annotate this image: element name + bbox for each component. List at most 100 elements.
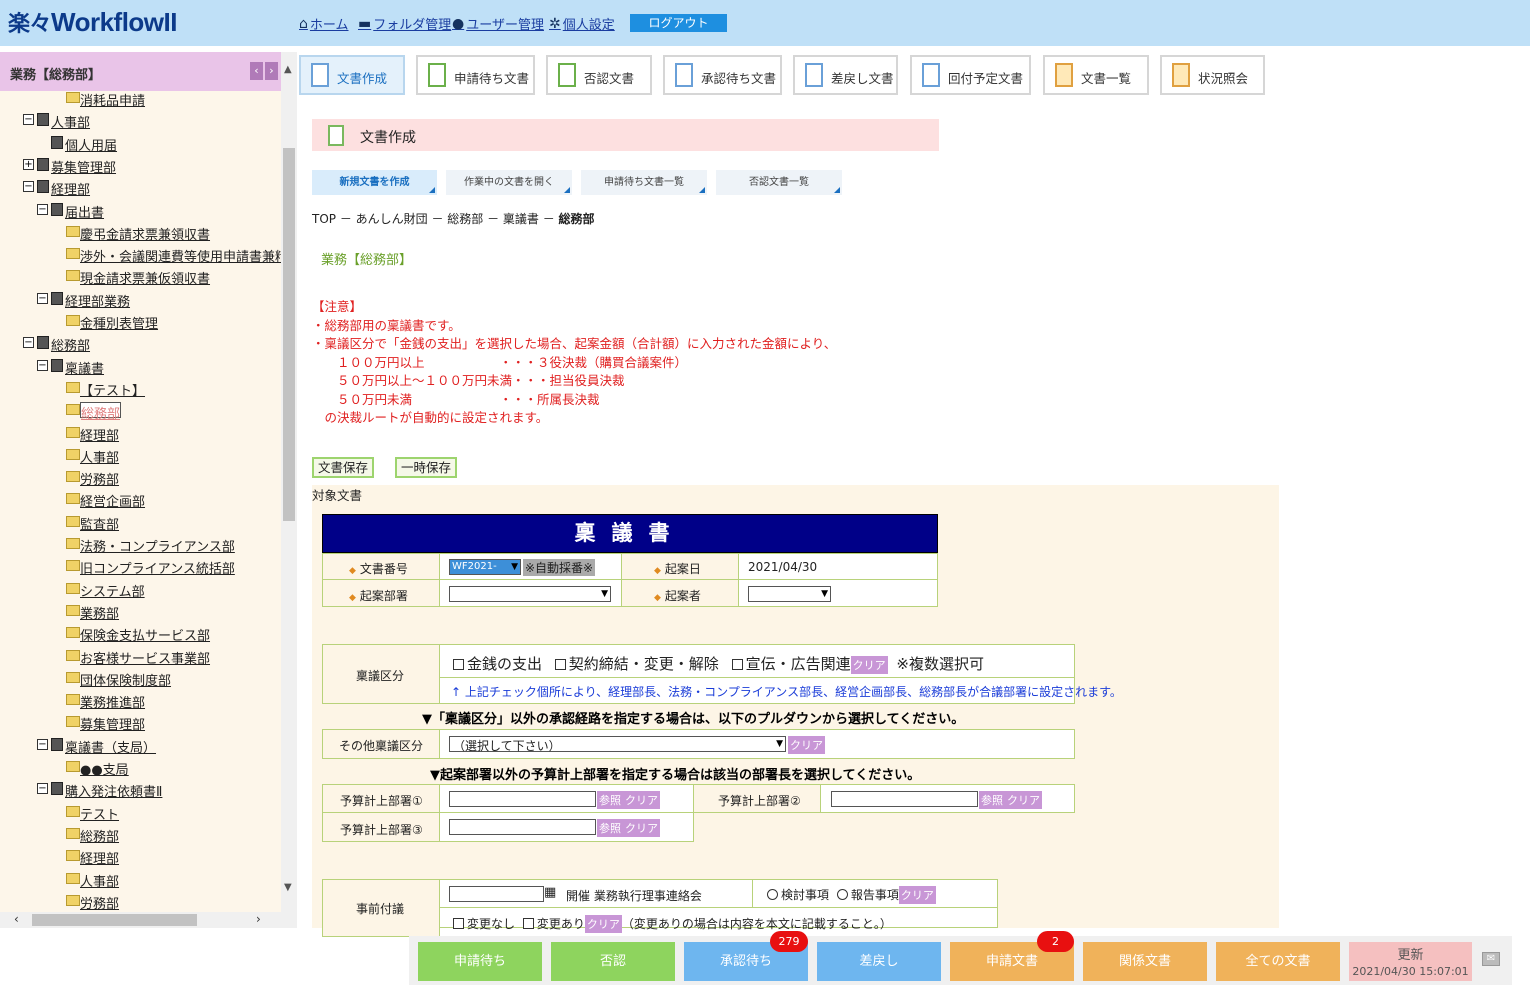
clear-button[interactable]: クリア — [850, 656, 888, 674]
tab-open-working[interactable]: 作業中の文書を開く — [446, 170, 572, 195]
nav-personal[interactable]: ✲ 個人設定 — [549, 14, 615, 34]
sidebar-tree-item[interactable]: − 届出書 — [0, 200, 281, 222]
sidebar-tree-item[interactable]: 募集管理部 — [0, 712, 281, 734]
sidebar-horizontal-scrollbar[interactable]: ‹ › — [0, 912, 297, 928]
collapse-icon[interactable]: − — [23, 181, 34, 193]
changed-checkbox[interactable] — [522, 918, 534, 929]
sidebar-tree-item[interactable]: ●●支局 — [0, 757, 281, 779]
collapse-icon[interactable]: − — [23, 337, 34, 349]
sidebar-tree-item[interactable]: − 稟議書（支局） — [0, 735, 281, 757]
scroll-thumb-horizontal[interactable] — [32, 914, 197, 926]
expand-icon[interactable]: + — [23, 158, 34, 170]
clear-button[interactable]: クリア — [1005, 791, 1042, 809]
clear-button[interactable]: クリア — [623, 819, 660, 837]
scroll-thumb[interactable] — [283, 148, 295, 521]
tool-document-list[interactable]: 文書一覧 — [1043, 55, 1149, 95]
chevron-right-icon[interactable]: › — [265, 62, 278, 80]
review-radio[interactable] — [767, 889, 778, 900]
budget2-input[interactable] — [831, 791, 978, 807]
sidebar-tree-item[interactable]: 人事部 — [0, 869, 281, 891]
other-category-select[interactable]: （選択して下さい） ▼ — [449, 736, 786, 753]
cat-contract-checkbox[interactable] — [554, 659, 566, 670]
sidebar-tree-item[interactable]: − 人事部 — [0, 110, 281, 132]
scroll-up-icon[interactable]: ▲ — [284, 64, 292, 75]
report-radio[interactable] — [836, 889, 848, 900]
bottom-all-button[interactable]: 全ての文書 — [1216, 942, 1340, 981]
sidebar-tree-item[interactable]: 業務推進部 — [0, 690, 281, 712]
tab-pending-list[interactable]: 申請待ち文書一覧 — [581, 170, 707, 195]
sidebar-tree-item[interactable]: − 購入発注依頼書Ⅱ — [0, 779, 281, 801]
sidebar-tree-item[interactable]: お客様サービス事業部 — [0, 646, 281, 668]
scroll-down-icon[interactable]: ▼ — [284, 882, 292, 893]
logout-button[interactable]: ログアウト — [630, 14, 727, 32]
sidebar-tree-item[interactable]: − 稟議書 — [0, 356, 281, 378]
sidebar-vertical-scrollbar[interactable]: ▲ ▼ — [281, 52, 297, 912]
sidebar-tree-item[interactable]: 消耗品申請 — [0, 88, 281, 110]
collapse-icon[interactable]: − — [37, 292, 48, 304]
sidebar-tree-item[interactable]: 【テスト】 — [0, 378, 281, 400]
sidebar-tree-item[interactable]: 現金請求票兼仮領収書 — [0, 266, 281, 288]
cat-money-checkbox[interactable] — [453, 659, 464, 670]
sidebar-tree-item[interactable]: 労務部 — [0, 891, 281, 913]
bottom-rejected-button[interactable]: 否認 — [551, 942, 675, 981]
sidebar-tree-item[interactable]: 渉外・会議関連費等使用申請書兼精 — [0, 244, 281, 266]
collapse-icon[interactable]: − — [37, 738, 48, 750]
nav-home[interactable]: ⌂ ホーム — [299, 14, 349, 34]
temp-save-button[interactable]: 一時保存 — [395, 457, 458, 478]
tab-new-document[interactable]: 新規文書を作成 — [312, 170, 437, 195]
sidebar-tree-item[interactable]: − 経理部 — [0, 177, 281, 199]
sidebar-tree-item[interactable]: テスト — [0, 802, 281, 824]
scroll-right-icon[interactable]: › — [256, 912, 261, 926]
collapse-icon[interactable]: − — [37, 783, 48, 795]
collapse-icon[interactable]: − — [37, 203, 48, 215]
sidebar-tree-item[interactable]: 個人用届 — [0, 133, 281, 155]
chevron-left-icon[interactable]: ‹ — [250, 62, 263, 80]
bottom-returned-button[interactable]: 差戻し — [817, 942, 941, 981]
sidebar-tree-item[interactable]: 総務部 — [0, 400, 281, 422]
cat-ad-checkbox[interactable] — [731, 659, 743, 670]
app-logo[interactable]: 楽々WorkflowII — [8, 6, 177, 38]
clear-button[interactable]: クリア — [623, 791, 660, 809]
budget1-input[interactable] — [449, 791, 596, 807]
mail-icon[interactable]: ✉ — [1482, 952, 1500, 966]
calendar-icon[interactable]: ▦ — [544, 885, 556, 900]
bottom-pending-button[interactable]: 申請待ち — [418, 942, 542, 981]
tool-scheduled-documents[interactable]: 回付予定文書 — [910, 55, 1031, 95]
clear-button[interactable]: クリア — [788, 736, 825, 754]
sidebar-tree-item[interactable]: 経理部 — [0, 423, 281, 445]
dept-select[interactable]: ▼ — [449, 586, 611, 602]
no-change-checkbox[interactable] — [453, 918, 464, 929]
tool-pending-documents[interactable]: 申請待ち文書 — [416, 55, 535, 95]
sidebar-tree-item[interactable]: 業務部 — [0, 601, 281, 623]
sidebar-tree-item[interactable]: 法務・コンプライアンス部 — [0, 534, 281, 556]
sidebar-collapse[interactable]: ‹ › — [250, 62, 278, 80]
scroll-left-icon[interactable]: ‹ — [14, 912, 19, 926]
refresh-button[interactable]: 更新 2021/04/30 15:07:01 — [1349, 942, 1472, 981]
sidebar-tree-item[interactable]: 経理部 — [0, 846, 281, 868]
nav-folder[interactable]: ▬ フォルダ管理 — [358, 14, 451, 34]
collapse-icon[interactable]: − — [23, 114, 34, 126]
tool-create-document[interactable]: 文書作成 — [299, 55, 405, 95]
tool-status-inquiry[interactable]: 状況照会 — [1160, 55, 1265, 95]
sidebar-tree-item[interactable]: 保険金支払サービス部 — [0, 623, 281, 645]
sidebar-tree-item[interactable]: − 経理部業務 — [0, 289, 281, 311]
ref-button[interactable]: 参照 — [979, 791, 1005, 809]
doc-no-select[interactable]: WF2021- ▼ — [449, 559, 521, 575]
sidebar-tree-item[interactable]: 旧コンプライアンス統括部 — [0, 556, 281, 578]
tool-rejected-documents[interactable]: 否認文書 — [546, 55, 652, 95]
sidebar-tree-item[interactable]: 経営企画部 — [0, 489, 281, 511]
sidebar-tree-item[interactable]: 金種別表管理 — [0, 311, 281, 333]
author-select[interactable]: ▼ — [748, 586, 831, 602]
tool-approval-documents[interactable]: 承認待ち文書 — [663, 55, 782, 95]
budget3-input[interactable] — [449, 819, 596, 835]
save-document-button[interactable]: 文書保存 — [312, 457, 375, 478]
clear-button[interactable]: クリア — [898, 886, 936, 904]
meeting-date-input[interactable] — [449, 886, 544, 902]
nav-user[interactable]: ● ユーザー管理 — [452, 14, 544, 34]
tool-returned-documents[interactable]: 差戻し文書 — [793, 55, 898, 95]
sidebar-tree-item[interactable]: − 総務部 — [0, 333, 281, 355]
sidebar-tree-item[interactable]: 監査部 — [0, 512, 281, 534]
sidebar-tree-item[interactable]: システム部 — [0, 579, 281, 601]
ref-button[interactable]: 参照 — [597, 791, 623, 809]
bottom-related-button[interactable]: 関係文書 — [1083, 942, 1207, 981]
